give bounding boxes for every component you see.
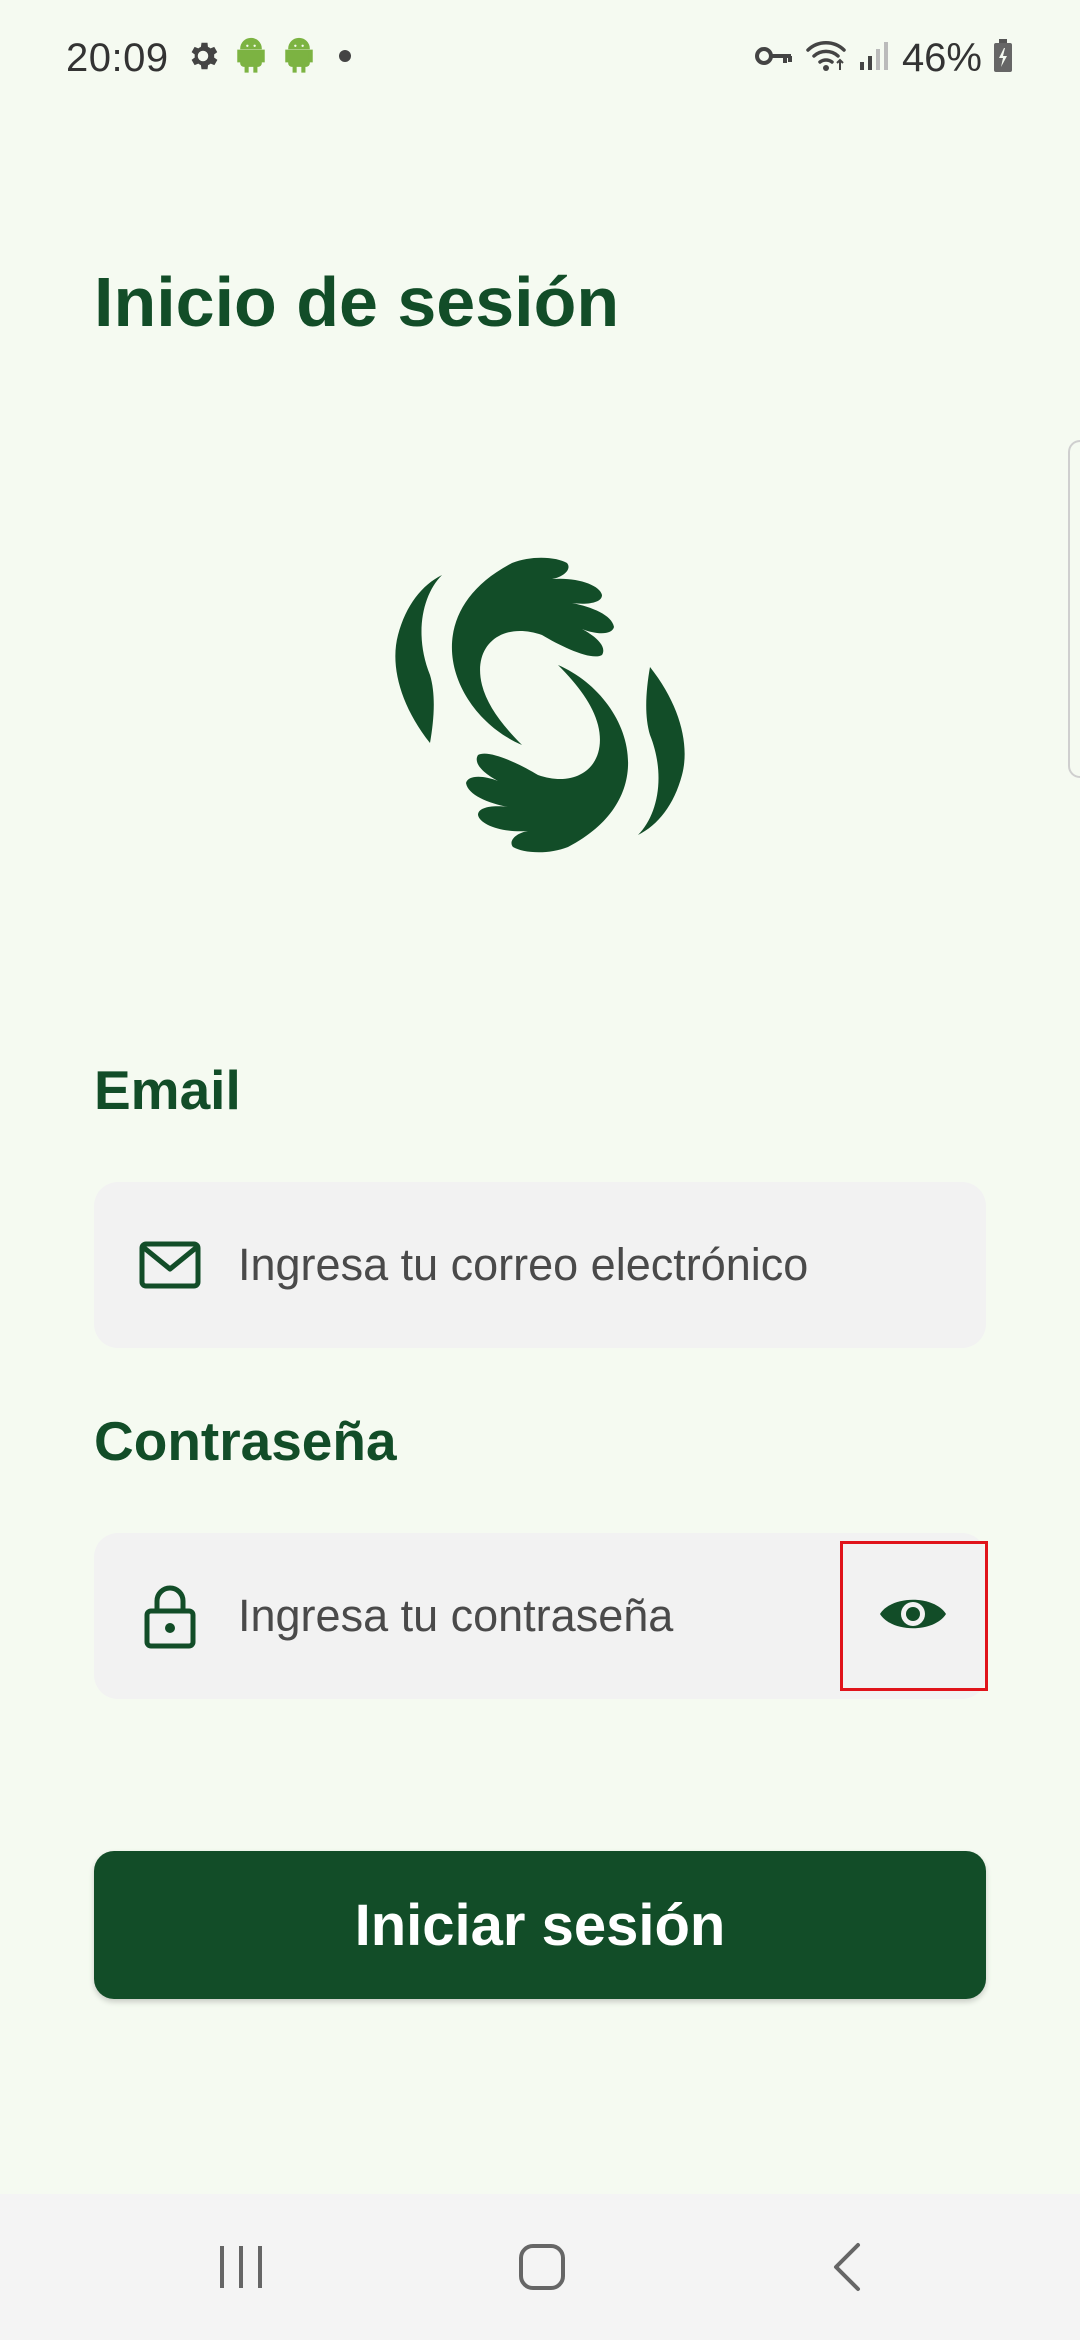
- recent-apps-button[interactable]: [161, 2194, 321, 2340]
- notification-dot-icon: [329, 46, 357, 71]
- page-title: Inicio de sesión: [94, 263, 620, 341]
- signal-icon: [858, 40, 892, 77]
- recent-apps-icon: [220, 2246, 262, 2288]
- wifi-icon: [804, 38, 848, 79]
- edge-panel-handle[interactable]: [1068, 440, 1080, 778]
- status-bar: 20:09 46%: [0, 0, 1080, 116]
- status-left: 20:09: [66, 30, 357, 86]
- android-icon: [233, 37, 269, 80]
- mail-icon: [134, 1229, 206, 1301]
- password-label: Contraseña: [94, 1410, 397, 1472]
- email-field[interactable]: [238, 1182, 878, 1348]
- vpn-key-icon: [754, 42, 794, 75]
- android-icon: [281, 37, 317, 80]
- status-right: 46%: [754, 30, 1014, 86]
- navigation-bar: [0, 2194, 1080, 2340]
- lock-icon: [134, 1580, 206, 1652]
- hands-logo-icon: [392, 555, 688, 855]
- email-field-container[interactable]: [94, 1182, 986, 1348]
- home-icon: [519, 2244, 565, 2290]
- back-icon: [834, 2243, 860, 2291]
- login-button[interactable]: Iniciar sesión: [94, 1851, 986, 1999]
- password-field[interactable]: [238, 1533, 878, 1699]
- home-button[interactable]: [462, 2194, 622, 2340]
- battery-charging-icon: [992, 38, 1014, 79]
- back-button[interactable]: [766, 2194, 926, 2340]
- email-label: Email: [94, 1059, 241, 1121]
- battery-percentage: 46%: [901, 35, 982, 80]
- gear-icon: [185, 38, 221, 79]
- highlight-box: [840, 1541, 988, 1691]
- status-time: 20:09: [66, 35, 169, 80]
